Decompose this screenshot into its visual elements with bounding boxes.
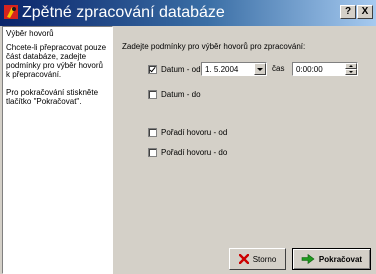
- window-title: Zpětné zpracování databáze: [22, 4, 225, 21]
- continue-label: Pokračovat: [318, 254, 363, 264]
- help-button[interactable]: ?: [340, 5, 356, 19]
- help-heading: Výběr hovorů: [6, 29, 54, 38]
- help-paragraph-2: Pro pokračování stiskněte tlačítko "Pokr…: [6, 88, 99, 106]
- storno-label: Storno: [252, 254, 277, 264]
- spin-down-icon[interactable]: [345, 69, 357, 75]
- order-from-checkbox[interactable]: [148, 127, 157, 137]
- conditions-prompt: Zadejte podmínky pro výběr hovorů pro zp…: [122, 42, 306, 51]
- order-from-checkbox-row[interactable]: Pořadí hovoru - od: [148, 126, 227, 138]
- order-to-checkbox-row[interactable]: Pořadí hovoru - do: [148, 146, 227, 158]
- date-from-label: Datum - od: [161, 64, 201, 74]
- date-from-checkbox[interactable]: [148, 64, 157, 74]
- date-to-label: Datum - do: [161, 89, 201, 99]
- order-to-label: Pořadí hovoru - do: [161, 147, 228, 157]
- title-bar[interactable]: Zpětné zpracování databáze ? X: [0, 0, 376, 26]
- time-field[interactable]: 0:00:00: [292, 62, 358, 76]
- dialog-body: Výběr hovorů Chcete-li přepracovat pouze…: [0, 26, 376, 274]
- app-icon: [4, 5, 18, 19]
- chevron-down-icon[interactable]: [254, 63, 266, 75]
- time-value: 0:00:00: [296, 65, 323, 74]
- date-from-picker[interactable]: 1. 5.2004: [201, 62, 267, 76]
- date-from-checkbox-row[interactable]: Datum - od: [148, 63, 201, 75]
- time-spinner[interactable]: [345, 63, 357, 75]
- dialog-window: Zpětné zpracování databáze ? X Výběr hov…: [0, 0, 376, 274]
- order-from-label: Pořadí hovoru - od: [161, 127, 228, 137]
- order-to-checkbox[interactable]: [148, 147, 157, 157]
- green-arrow-icon: [301, 254, 315, 264]
- continue-button[interactable]: Pokračovat: [292, 248, 371, 270]
- date-from-value: 1. 5.2004: [205, 65, 239, 74]
- time-label: čas: [272, 64, 285, 73]
- storno-button[interactable]: Storno: [229, 248, 286, 270]
- red-x-icon: [238, 254, 249, 264]
- date-to-checkbox[interactable]: [148, 89, 157, 99]
- close-button[interactable]: X: [357, 5, 373, 19]
- help-paragraph-1: Chcete-li přepracovat pouze část databáz…: [6, 43, 107, 79]
- help-panel: Výběr hovorů Chcete-li přepracovat pouze…: [2, 26, 113, 274]
- date-to-checkbox-row[interactable]: Datum - do: [148, 88, 201, 100]
